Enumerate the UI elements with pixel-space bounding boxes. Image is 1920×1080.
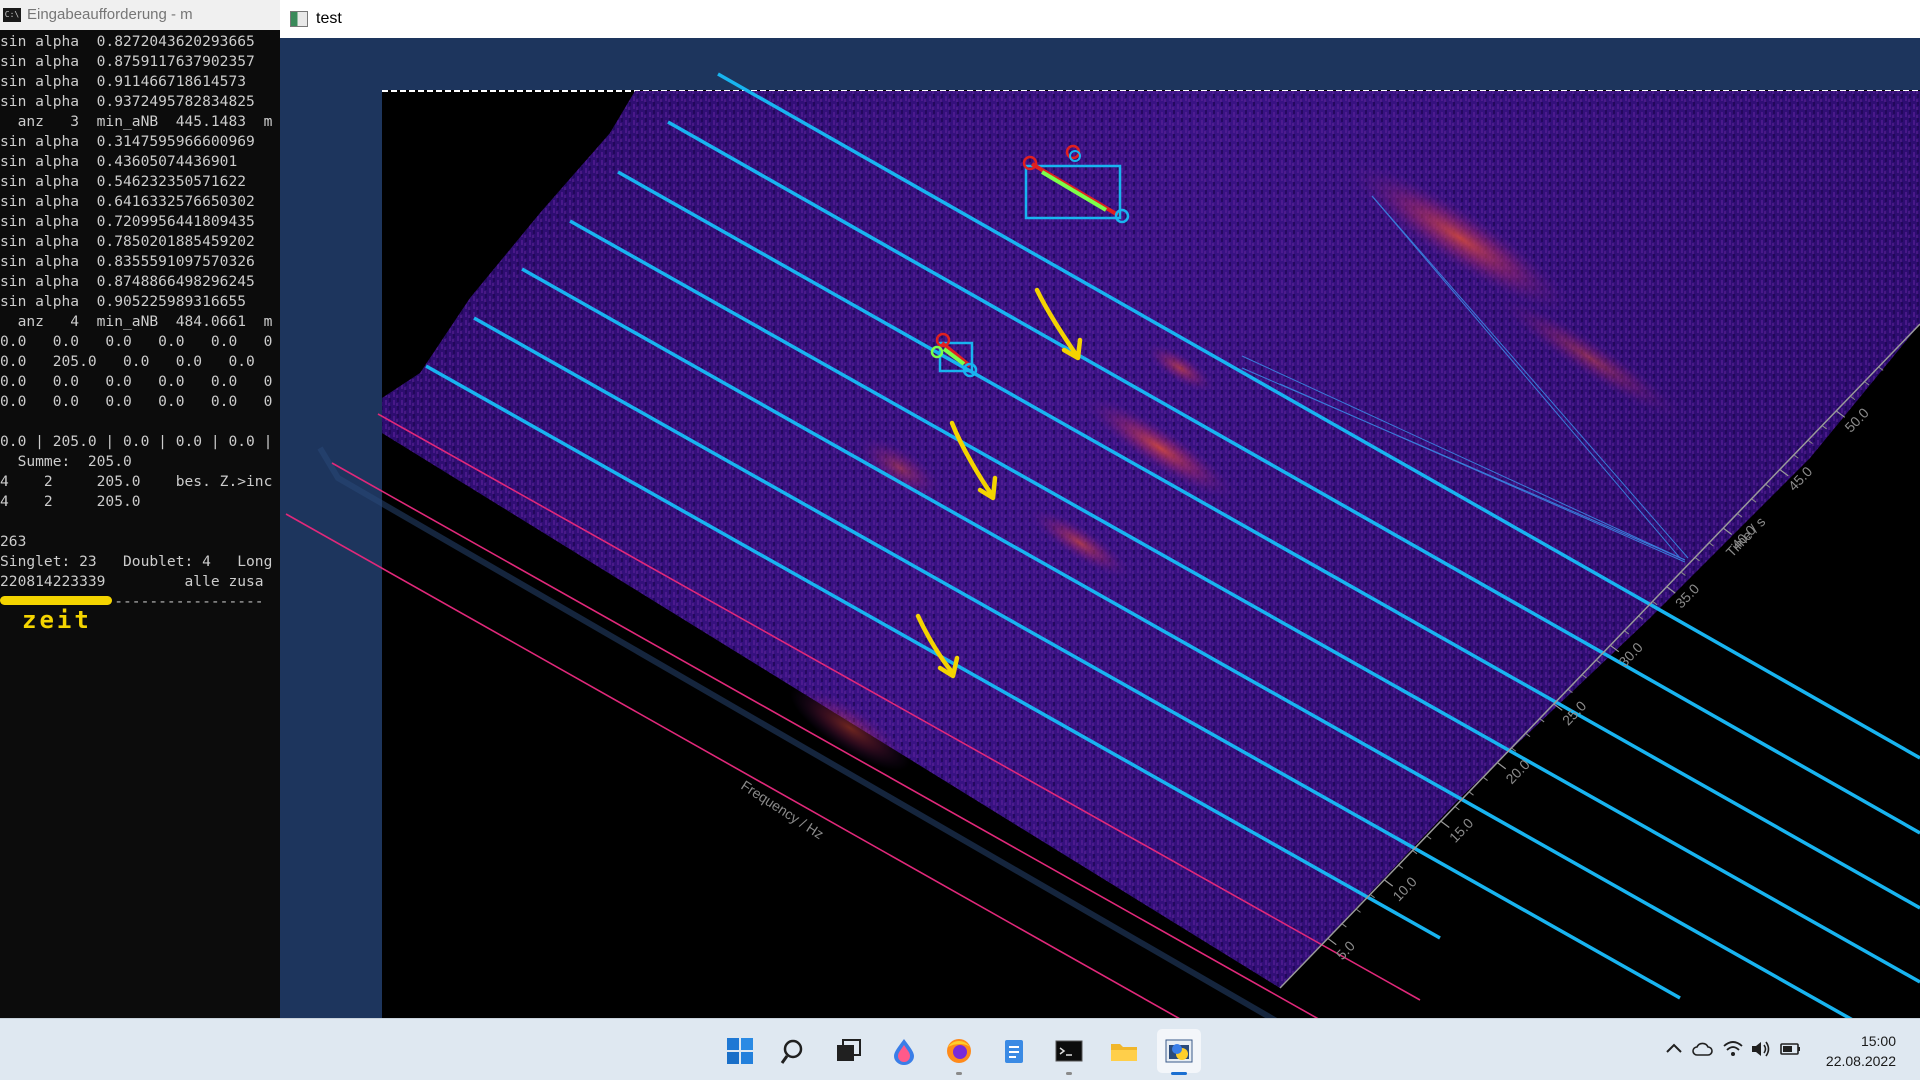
console-window[interactable]: C:\ Eingabeaufforderung - m sin alpha 0.…: [0, 0, 280, 1018]
console-line: sin alpha 0.8748866498296245: [0, 273, 255, 290]
battery-icon[interactable]: [1780, 1039, 1802, 1059]
plot-window[interactable]: test 5.0 10.0 15.0 20.0 25.0 30.0 35.0 4…: [280, 0, 1920, 1018]
console-line: sin alpha 0.9372495782834825: [0, 93, 255, 110]
handwritten-annotation: zeit: [22, 606, 92, 634]
console-line: 0.0 0.0 0.0 0.0 0.0 0: [0, 373, 273, 390]
console-line: anz 4 min_aNB 484.0661 m: [0, 313, 273, 330]
chevron-up-icon[interactable]: [1664, 1039, 1684, 1059]
plot-window-title: test: [316, 10, 342, 27]
command-prompt-icon: C:\: [3, 8, 21, 22]
paint-icon: [894, 1039, 914, 1065]
console-output: sin alpha 0.8272043620293665 sin alpha 0.…: [0, 30, 280, 612]
app-icon: [290, 11, 308, 27]
python-app-button[interactable]: [1157, 1029, 1201, 1075]
task-view-button[interactable]: [827, 1029, 871, 1073]
file-explorer-icon: [1111, 1044, 1137, 1061]
console-line: anz 3 min_aNB 445.1483 m: [0, 113, 273, 130]
console-line: sin alpha 0.43605074436901: [0, 153, 238, 170]
task-view-icon: [837, 1039, 861, 1061]
notepad-icon: [1005, 1040, 1023, 1063]
terminal-icon: [1055, 1040, 1083, 1062]
clock-date: 22.08.2022: [1825, 1053, 1896, 1069]
console-line: sin alpha 0.911466718614573: [0, 73, 247, 90]
console-line: sin alpha 0.546232350571622: [0, 173, 247, 190]
console-line: Summe: 205.0: [0, 453, 132, 470]
terminal-button[interactable]: [1047, 1029, 1091, 1075]
console-line: 4 2 205.0: [0, 493, 141, 510]
spectrogram-3d-plot[interactable]: 5.010.015.020.025.030.035.040.045.050.0 …: [280, 38, 1920, 1018]
console-line: sin alpha 0.8759117637902357: [0, 53, 255, 70]
start-icon: [727, 1038, 753, 1064]
console-title: Eingabeaufforderung - m: [27, 6, 193, 23]
console-titlebar[interactable]: C:\ Eingabeaufforderung - m: [0, 0, 280, 30]
cloud-icon[interactable]: [1692, 1039, 1714, 1059]
plot-window-titlebar[interactable]: test: [280, 0, 1920, 38]
console-line: sin alpha 0.7209956441809435: [0, 213, 255, 230]
console-line: sin alpha 0.7850201885459202: [0, 233, 255, 250]
python-app-icon: [1165, 1039, 1193, 1063]
console-line: 0.0 0.0 0.0 0.0 0.0 0: [0, 333, 273, 350]
search-button[interactable]: [772, 1029, 816, 1073]
console-line: sin alpha 0.8355591097570326: [0, 253, 255, 270]
console-line: 0.0 | 205.0 | 0.0 | 0.0 | 0.0 |: [0, 433, 273, 450]
wifi-icon[interactable]: [1722, 1039, 1744, 1059]
console-line: 0.0 0.0 0.0 0.0 0.0 0: [0, 393, 273, 410]
firefox-icon: [947, 1039, 971, 1063]
start-button[interactable]: [718, 1029, 762, 1073]
console-line: sin alpha 0.3147595966600969: [0, 133, 255, 150]
clock[interactable]: 15:00 22.08.2022: [1826, 1031, 1896, 1071]
paint-button[interactable]: [882, 1029, 926, 1073]
console-line: 4 2 205.0 bes. Z.>inc: [0, 473, 273, 490]
firefox-button[interactable]: [937, 1029, 981, 1075]
console-line: sin alpha 0.905225989316655: [0, 293, 247, 310]
file-explorer-button[interactable]: [1102, 1029, 1146, 1073]
console-line: 0.0 205.0 0.0 0.0 0.0: [0, 353, 255, 370]
notepad-button[interactable]: [992, 1029, 1036, 1073]
console-line: sin alpha 0.6416332576650302: [0, 193, 255, 210]
taskbar: 15:00 22.08.2022: [0, 1018, 1920, 1080]
volume-icon[interactable]: [1750, 1039, 1772, 1059]
console-line: 263: [0, 533, 27, 550]
console-line: Singlet: 23 Doublet: 4 Long: [0, 553, 273, 570]
highlight-mark: [0, 596, 112, 605]
search-icon: [780, 1039, 803, 1064]
console-line: sin alpha 0.8272043620293665: [0, 33, 255, 50]
clock-time: 15:00: [1860, 1033, 1896, 1049]
console-line: 220814223339 alle zusa: [0, 573, 264, 590]
